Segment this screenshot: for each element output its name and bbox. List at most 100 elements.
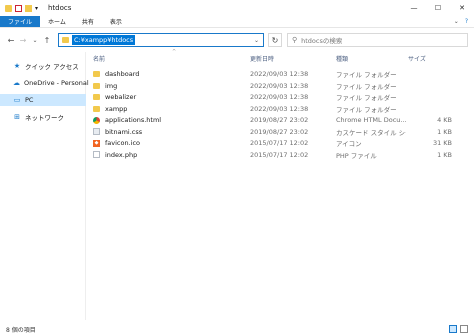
column-header-name[interactable]: 名前 bbox=[93, 52, 105, 64]
file-type: ファイル フォルダー bbox=[336, 105, 397, 114]
forward-button[interactable]: → bbox=[17, 36, 29, 45]
file-row[interactable]: ◆ favicon.ico 2015/07/17 12:02 アイコン 31 KB bbox=[90, 138, 470, 149]
file-date: 2022/09/03 12:38 bbox=[250, 93, 309, 102]
network-icon: ⊞ bbox=[14, 113, 20, 121]
file-name: xampp bbox=[105, 104, 128, 113]
tab-share[interactable]: 共有 bbox=[74, 16, 102, 27]
ribbon-controls: ⌄ ? bbox=[454, 18, 468, 25]
file-list: ^ 名前 更新日時 種類 サイズ dashboard 2022/09/03 12… bbox=[90, 49, 474, 320]
tab-file[interactable]: ファイル bbox=[0, 16, 41, 27]
properties-icon[interactable] bbox=[15, 4, 22, 12]
column-header-size[interactable]: サイズ bbox=[408, 52, 426, 64]
file-type: アイコン bbox=[336, 140, 362, 149]
folder-icon bbox=[62, 37, 69, 43]
search-placeholder: htdocsの検索 bbox=[301, 37, 343, 45]
sidebar-item-label: ネットワーク bbox=[25, 114, 64, 122]
address-bar[interactable]: C:¥xampp¥htdocs ⌄ bbox=[58, 33, 264, 47]
large-icons-view-icon[interactable] bbox=[460, 325, 468, 333]
file-row[interactable]: xampp 2022/09/03 12:38 ファイル フォルダー bbox=[90, 104, 470, 115]
css-file-icon bbox=[93, 128, 100, 136]
file-size bbox=[408, 81, 452, 92]
maximize-button[interactable]: ☐ bbox=[426, 0, 450, 16]
folder-icon bbox=[93, 94, 100, 101]
back-button[interactable]: ← bbox=[5, 36, 17, 45]
up-button[interactable]: ↑ bbox=[41, 36, 53, 45]
file-date: 2019/08/27 23:02 bbox=[250, 127, 309, 136]
file-size: 4 KB bbox=[437, 116, 452, 125]
star-icon: ★ bbox=[13, 62, 21, 70]
title-bar: ▾ htdocs — ☐ ✕ bbox=[0, 0, 474, 16]
search-icon: ⚲ bbox=[292, 36, 298, 44]
tab-view[interactable]: 表示 bbox=[102, 16, 130, 27]
column-header-date[interactable]: 更新日時 bbox=[250, 52, 274, 64]
file-name: bitnami.css bbox=[105, 127, 143, 136]
file-name: index.php bbox=[105, 150, 138, 159]
file-size: 1 KB bbox=[437, 127, 452, 136]
ribbon-tabs: ファイル ホーム 共有 表示 ⌄ ? bbox=[0, 16, 474, 28]
status-bar: 8 個の項目 bbox=[0, 322, 474, 336]
file-size: 31 KB bbox=[432, 139, 452, 148]
ico-file-icon: ◆ bbox=[93, 139, 100, 147]
folder-icon bbox=[93, 71, 100, 78]
search-input[interactable]: ⚲ htdocsの検索 bbox=[287, 33, 468, 47]
php-file-icon bbox=[93, 151, 100, 159]
file-name: webalizer bbox=[105, 93, 137, 102]
sidebar-item-network[interactable]: ⊞ ネットワーク bbox=[0, 111, 86, 123]
file-date: 2022/09/03 12:38 bbox=[250, 104, 309, 113]
chrome-icon bbox=[93, 116, 100, 124]
address-path[interactable]: C:¥xampp¥htdocs bbox=[72, 35, 136, 45]
file-date: 2019/08/27 23:02 bbox=[250, 116, 309, 125]
file-size bbox=[408, 69, 452, 80]
expand-ribbon-icon[interactable]: ⌄ bbox=[454, 18, 459, 25]
sidebar-item-label: クイック アクセス bbox=[25, 63, 79, 71]
file-type: PHP ファイル bbox=[336, 151, 377, 160]
details-view-icon[interactable] bbox=[449, 325, 457, 333]
file-name: img bbox=[105, 81, 118, 90]
window-title: htdocs bbox=[48, 4, 72, 12]
file-name: applications.html bbox=[105, 116, 162, 125]
refresh-button[interactable]: ↻ bbox=[268, 33, 282, 47]
navigation-bar: ← → ⌄ ↑ C:¥xampp¥htdocs ⌄ ↻ ⚲ htdocsの検索 bbox=[0, 30, 474, 50]
close-button[interactable]: ✕ bbox=[450, 0, 474, 16]
folder-icon bbox=[5, 4, 12, 12]
file-date: 2015/07/17 12:02 bbox=[250, 150, 309, 159]
file-name: dashboard bbox=[105, 70, 140, 79]
folder-icon bbox=[93, 105, 100, 112]
column-header-type[interactable]: 種類 bbox=[336, 52, 348, 64]
file-type: ファイル フォルダー bbox=[336, 82, 397, 91]
minimize-button[interactable]: — bbox=[402, 0, 426, 16]
file-type: カスケード スタイル シート... bbox=[336, 128, 406, 137]
customize-toolbar-icon[interactable]: ▾ bbox=[35, 5, 42, 12]
file-row[interactable]: applications.html 2019/08/27 23:02 Chrom… bbox=[90, 115, 470, 126]
window-controls: — ☐ ✕ bbox=[402, 0, 474, 16]
navigation-pane: ★ クイック アクセス ☁ OneDrive - Personal ▭ PC ⊞… bbox=[0, 52, 89, 320]
tab-home[interactable]: ホーム bbox=[40, 16, 74, 27]
cloud-icon: ☁ bbox=[13, 79, 20, 87]
file-row[interactable]: bitnami.css 2019/08/27 23:02 カスケード スタイル … bbox=[90, 127, 470, 138]
address-dropdown-icon[interactable]: ⌄ bbox=[254, 37, 259, 44]
file-size: 1 KB bbox=[437, 150, 452, 159]
sidebar-item-pc[interactable]: ▭ PC bbox=[0, 94, 86, 106]
file-size bbox=[408, 104, 452, 115]
item-count: 8 個の項目 bbox=[6, 326, 36, 334]
file-name: favicon.ico bbox=[105, 139, 141, 148]
file-date: 2015/07/17 12:02 bbox=[250, 139, 309, 148]
computer-icon: ▭ bbox=[13, 96, 21, 104]
quick-access-toolbar: ▾ bbox=[0, 4, 42, 12]
sidebar-item-quick-access[interactable]: ★ クイック アクセス bbox=[0, 60, 86, 72]
file-type: ファイル フォルダー bbox=[336, 94, 397, 103]
file-row[interactable]: index.php 2015/07/17 12:02 PHP ファイル 1 KB bbox=[90, 150, 470, 161]
help-icon[interactable]: ? bbox=[465, 18, 468, 25]
sidebar-item-onedrive[interactable]: ☁ OneDrive - Personal bbox=[0, 77, 89, 89]
sidebar-item-label: PC bbox=[25, 96, 34, 104]
recent-locations-button[interactable]: ⌄ bbox=[29, 37, 41, 44]
sort-indicator-icon: ^ bbox=[172, 49, 177, 55]
file-row[interactable]: dashboard 2022/09/03 12:38 ファイル フォルダー bbox=[90, 69, 470, 80]
sidebar-item-label: OneDrive - Personal bbox=[24, 79, 89, 87]
folder-icon bbox=[93, 82, 100, 89]
file-date: 2022/09/03 12:38 bbox=[250, 70, 309, 79]
new-folder-icon[interactable] bbox=[25, 4, 32, 12]
file-type: ファイル フォルダー bbox=[336, 71, 397, 80]
file-row[interactable]: webalizer 2022/09/03 12:38 ファイル フォルダー bbox=[90, 92, 470, 103]
file-row[interactable]: img 2022/09/03 12:38 ファイル フォルダー bbox=[90, 81, 470, 92]
